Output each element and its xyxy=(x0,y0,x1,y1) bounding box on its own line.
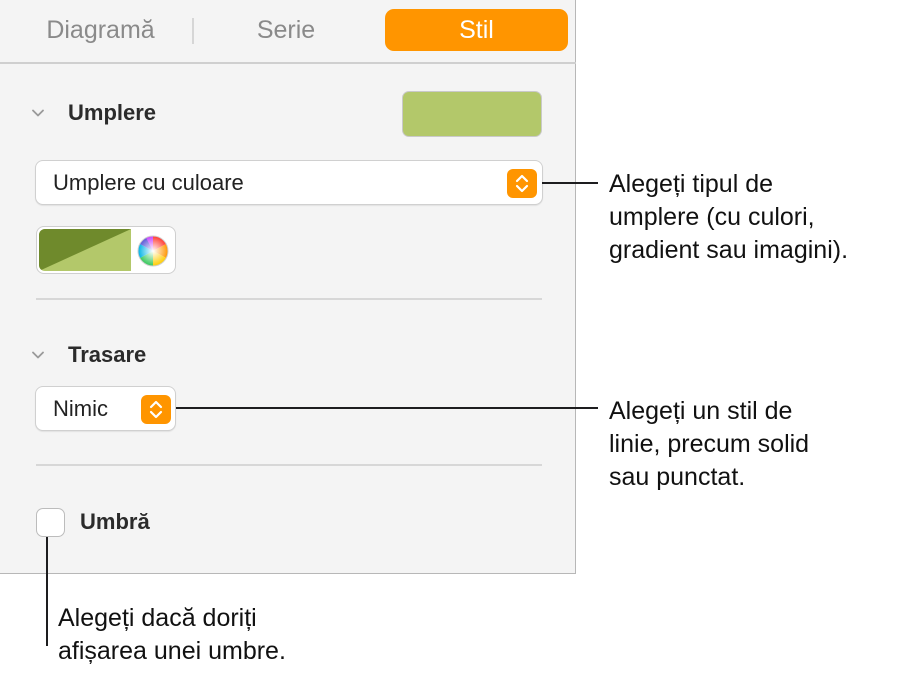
stroke-style-value: Nimic xyxy=(53,396,108,421)
tab-serie[interactable]: Serie xyxy=(200,9,372,51)
section-divider xyxy=(36,464,542,466)
callout-text-line: afișarea unei umbre. xyxy=(58,637,286,665)
popup-stepper-icon xyxy=(507,169,537,198)
callout-text-line: Alegeți dacă doriți xyxy=(58,604,257,632)
callout-line xyxy=(176,407,598,409)
tab-separator xyxy=(192,18,194,44)
tabs-divider xyxy=(0,62,576,64)
callout-line xyxy=(46,537,48,646)
callout-text-line: umplere (cu culori, xyxy=(609,203,815,231)
callout-text-line: Alegeți tipul de xyxy=(609,170,774,198)
fill-color-swatch[interactable] xyxy=(402,91,542,137)
fill-section-title[interactable]: Umplere xyxy=(68,100,156,126)
stroke-section-title[interactable]: Trasare xyxy=(68,342,146,368)
fill-color-well xyxy=(36,226,176,274)
popup-stepper-icon xyxy=(141,395,171,424)
callout-fill-type: Alegeți tipul de umplere (cu culori, gra… xyxy=(609,168,848,267)
color-wheel-icon[interactable] xyxy=(136,234,170,268)
callout-text-line: linie, precum solid xyxy=(609,430,810,458)
section-divider xyxy=(36,298,542,300)
stroke-style-popup[interactable]: Nimic xyxy=(35,386,176,431)
color-well-swatch[interactable] xyxy=(39,229,131,271)
callout-text-line: gradient sau imagini). xyxy=(609,236,849,264)
tab-stil[interactable]: Stil xyxy=(385,9,568,51)
tab-diagrama[interactable]: Diagramă xyxy=(18,9,183,51)
callout-line xyxy=(542,182,598,184)
callout-stroke-style: Alegeți un stil de linie, precum solid s… xyxy=(609,395,809,494)
chevron-down-icon[interactable] xyxy=(32,349,44,361)
callout-shadow: Alegeți dacă doriți afișarea unei umbre. xyxy=(58,602,286,668)
fill-type-value: Umplere cu culoare xyxy=(53,170,244,195)
shadow-label[interactable]: Umbră xyxy=(80,509,150,535)
tab-bar: Diagramă Serie Stil xyxy=(0,0,576,62)
format-sidebar: Diagramă Serie Stil Umplere Umplere cu c… xyxy=(0,0,576,574)
shadow-checkbox[interactable] xyxy=(36,508,65,537)
fill-type-popup[interactable]: Umplere cu culoare xyxy=(35,160,543,205)
callout-text-line: sau punctat. xyxy=(609,463,746,491)
callout-text-line: Alegeți un stil de xyxy=(609,397,793,425)
chevron-down-icon[interactable] xyxy=(32,107,44,119)
